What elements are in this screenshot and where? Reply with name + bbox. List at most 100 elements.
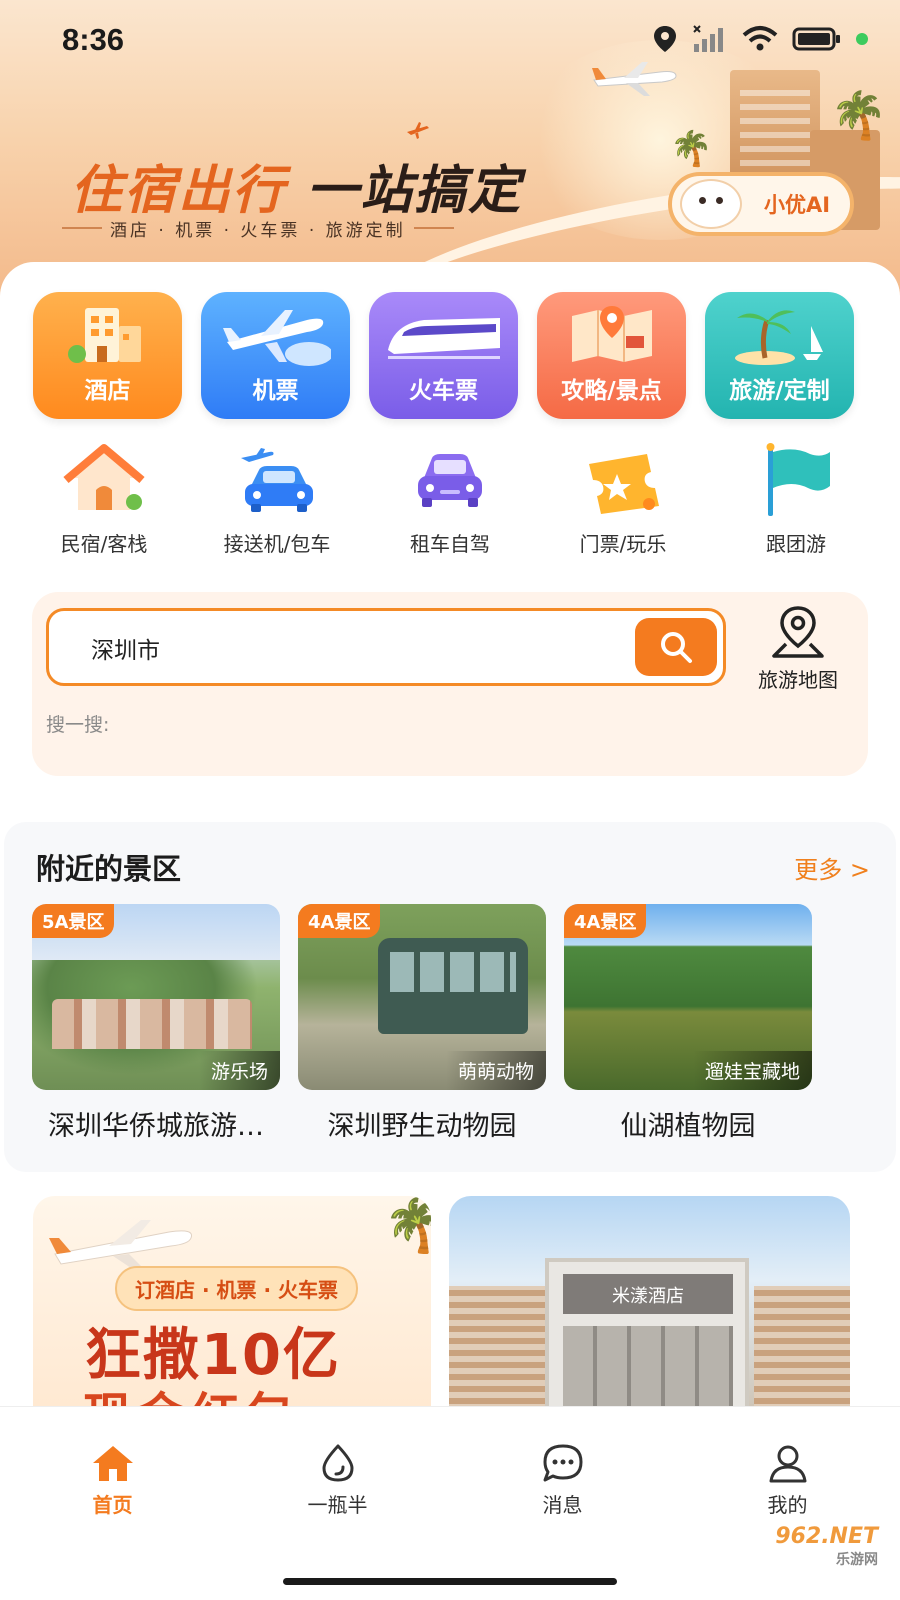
palm-tree-icon: 🌴 <box>830 88 888 142</box>
attraction-photo: 5A景区 游乐场 <box>32 904 280 1090</box>
hero-title: 住宿出行 一站搞定 <box>70 148 522 223</box>
attraction-name: 深圳野生动物园 <box>327 1111 517 1142</box>
promo-banner-hotel[interactable]: 米漾酒店 <box>449 1196 850 1406</box>
tile-airport-transfer[interactable]: 接送机/包车 <box>191 442 363 557</box>
promo-headline-2: 现金红包 <box>83 1376 299 1406</box>
tile-car-rental[interactable]: 租车自驾 <box>364 442 536 557</box>
palm-island-icon <box>734 310 823 365</box>
airplane-icon <box>592 62 677 96</box>
travel-map-button[interactable]: 旅游地图 <box>738 604 858 694</box>
nav-messages[interactable]: 消息 <box>503 1443 623 1600</box>
sub-service-tiles: 民宿/客栈 接送机/包车 租车自驾 门票/玩乐 跟团游 <box>18 442 882 557</box>
hero-subtitle: 酒店 · 机票 · 火车票 · 旅游定制 <box>62 216 454 241</box>
hero-title-part2: 一站搞定 <box>306 161 523 221</box>
message-icon <box>543 1444 582 1482</box>
nav-label: 消息 <box>542 1493 583 1517</box>
map-guide-icon <box>571 306 652 362</box>
search-box[interactable] <box>46 608 726 686</box>
home-icon <box>92 1446 133 1481</box>
airplane-icon <box>49 1220 193 1272</box>
house-icon <box>62 442 146 518</box>
tile-homestay[interactable]: 民宿/客栈 <box>18 442 190 557</box>
tile-label: 接送机/包车 <box>223 532 331 556</box>
category-tag: 游乐场 <box>198 1051 280 1090</box>
services-card: 酒店 机票 火车票 攻略/景点 旅游/定制 民宿/客栈 接送机/包车 租车自驾 … <box>0 262 900 822</box>
status-icons <box>652 24 868 54</box>
tile-label: 机票 <box>252 378 299 404</box>
pickup-car-icon <box>235 442 319 518</box>
bear-avatar-icon <box>680 179 742 229</box>
more-link[interactable]: 更多 > <box>794 850 870 885</box>
hotel-icon <box>67 308 141 363</box>
search-input[interactable] <box>91 631 611 665</box>
nav-label: 一瓶半 <box>307 1493 368 1517</box>
nav-label: 首页 <box>92 1493 133 1517</box>
search-hint: 搜一搜: <box>46 714 110 736</box>
attraction-photo: 4A景区 萌萌动物 <box>298 904 546 1090</box>
palm-tree-icon: 🌴 <box>670 129 713 169</box>
category-tag: 遛娃宝藏地 <box>692 1051 812 1090</box>
tile-label: 火车票 <box>409 378 478 404</box>
search-icon <box>661 632 692 663</box>
hero-banner[interactable]: 🌴 🌴 8:36 住宿出行 一站搞定 酒店 · 机票 · 火车票 · 旅游定制 … <box>0 0 900 300</box>
hero-title-part1: 住宿出行 <box>70 161 287 221</box>
main-service-tiles: 酒店 机票 火车票 攻略/景点 旅游/定制 <box>33 292 854 419</box>
category-tag: 萌萌动物 <box>445 1051 546 1090</box>
rating-badge: 4A景区 <box>564 904 647 938</box>
tile-label: 跟团游 <box>766 532 826 556</box>
attraction-card[interactable]: 4A景区 萌萌动物 深圳野生动物园 <box>298 904 546 1143</box>
status-time: 8:36 <box>62 22 125 57</box>
wifi-icon <box>742 26 778 51</box>
tile-label: 攻略/景点 <box>561 378 662 404</box>
nav-bottle[interactable]: 一瓶半 <box>278 1443 398 1600</box>
flag-icon <box>754 442 838 518</box>
attraction-name: 仙湖植物园 <box>620 1111 756 1142</box>
tile-label: 酒店 <box>84 378 131 404</box>
rental-car-icon <box>408 442 492 518</box>
tile-tickets[interactable]: 门票/玩乐 <box>537 442 709 557</box>
signal-icon <box>693 25 723 52</box>
location-pin-icon <box>654 26 676 52</box>
tile-flight[interactable]: 机票 <box>201 292 350 419</box>
map-pin-icon <box>772 606 824 658</box>
bottom-navigation: 首页 一瓶半 消息 我的 <box>0 1406 900 1600</box>
nav-label: 我的 <box>767 1493 808 1517</box>
hotel-sign: 米漾酒店 <box>563 1274 733 1314</box>
search-button[interactable] <box>635 618 717 676</box>
search-panel: 旅游地图 搜一搜: <box>32 592 868 776</box>
rating-badge: 4A景区 <box>298 904 381 938</box>
tile-train[interactable]: 火车票 <box>369 292 518 419</box>
watermark-logo: 962.NET 乐游网 <box>775 1524 878 1569</box>
watermark-text: 962.NET <box>775 1524 878 1549</box>
promo-banner-cash[interactable]: 🌴 订酒店 · 机票 · 火车票 狂撒10亿 现金红包 <box>33 1196 431 1406</box>
home-indicator[interactable] <box>283 1578 617 1585</box>
nav-profile[interactable]: 我的 <box>728 1443 848 1600</box>
tile-label: 旅游/定制 <box>729 378 830 404</box>
ai-assistant-button[interactable]: 小优AI <box>668 172 854 236</box>
attraction-list: 5A景区 游乐场 深圳华侨城旅游… 4A景区 萌萌动物 深圳野生动物园 4A景区… <box>32 904 812 1143</box>
ticket-icon <box>581 442 665 518</box>
tile-hotel[interactable]: 酒店 <box>33 292 182 419</box>
palm-tree-icon: 🌴 <box>383 1196 431 1256</box>
promo-pill: 订酒店 · 机票 · 火车票 <box>115 1266 359 1311</box>
tile-label: 民宿/客栈 <box>60 532 148 556</box>
ai-assistant-label: 小优AI <box>764 193 831 217</box>
tile-group-tour[interactable]: 跟团游 <box>710 442 882 557</box>
airplane-icon <box>222 310 331 366</box>
attraction-name: 深圳华侨城旅游… <box>48 1111 264 1142</box>
hotel-wing <box>754 1286 850 1406</box>
attraction-card[interactable]: 4A景区 遛娃宝藏地 仙湖植物园 <box>564 904 812 1143</box>
tile-label: 租车自驾 <box>410 532 490 556</box>
hotel-windows <box>563 1326 733 1406</box>
attraction-photo: 4A景区 遛娃宝藏地 <box>564 904 812 1090</box>
train-icon <box>387 318 500 359</box>
tile-guide[interactable]: 攻略/景点 <box>537 292 686 419</box>
privacy-indicator <box>856 33 868 45</box>
travel-map-label: 旅游地图 <box>758 668 838 692</box>
tile-custom-tour[interactable]: 旅游/定制 <box>705 292 854 419</box>
drop-icon <box>322 1444 353 1482</box>
section-title: 附近的景区 <box>36 852 182 886</box>
nav-home[interactable]: 首页 <box>53 1443 173 1600</box>
hotel-wing <box>449 1286 545 1406</box>
attraction-card[interactable]: 5A景区 游乐场 深圳华侨城旅游… <box>32 904 280 1143</box>
